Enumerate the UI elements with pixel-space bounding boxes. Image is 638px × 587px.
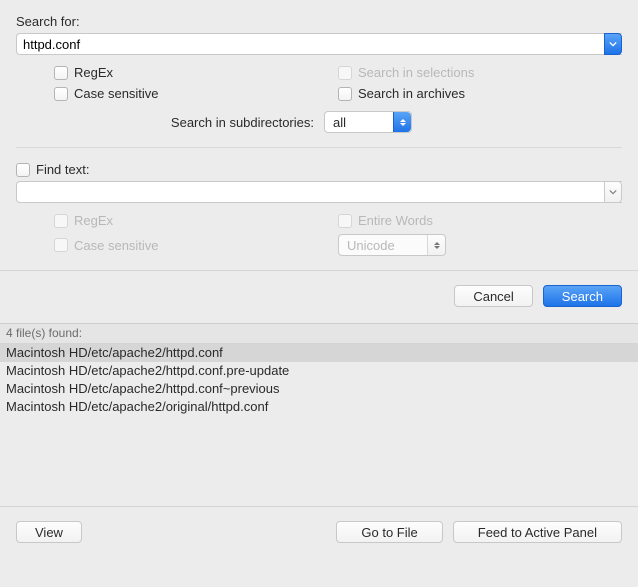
subdirs-value: all <box>333 115 346 130</box>
divider <box>16 147 622 148</box>
find-text-label: Find text: <box>36 162 89 177</box>
search-button[interactable]: Search <box>543 285 622 307</box>
search-selections-label: Search in selections <box>358 65 474 80</box>
search-for-dropdown-arrow[interactable] <box>604 33 622 55</box>
cancel-button[interactable]: Cancel <box>454 285 532 307</box>
result-row[interactable]: Macintosh HD/etc/apache2/httpd.conf.pre-… <box>0 362 638 380</box>
search-for-input[interactable] <box>16 33 622 55</box>
findtext-regex-input <box>54 214 68 228</box>
findtext-case-input <box>54 238 68 252</box>
feed-to-panel-button[interactable]: Feed to Active Panel <box>453 521 622 543</box>
entire-words-checkbox: Entire Words <box>338 213 622 228</box>
subdirs-select[interactable]: all <box>324 111 412 133</box>
encoding-select: Unicode <box>338 234 446 256</box>
regex-label: RegEx <box>74 65 113 80</box>
find-text-field[interactable] <box>16 181 622 203</box>
search-for-label: Search for: <box>16 14 622 29</box>
findtext-regex-label: RegEx <box>74 213 113 228</box>
find-text-dropdown-arrow[interactable] <box>604 181 622 203</box>
regex-checkbox[interactable]: RegEx <box>54 65 338 80</box>
find-text-checkbox[interactable]: Find text: <box>16 162 89 177</box>
search-selections-checkbox: Search in selections <box>338 65 622 80</box>
result-row[interactable]: Macintosh HD/etc/apache2/httpd.conf <box>0 344 638 362</box>
search-selections-input <box>338 66 352 80</box>
entire-words-label: Entire Words <box>358 213 433 228</box>
search-archives-label: Search in archives <box>358 86 465 101</box>
encoding-arrow-icon <box>427 235 445 255</box>
entire-words-input <box>338 214 352 228</box>
findtext-case-checkbox: Case sensitive <box>54 234 338 256</box>
subdirs-arrow-icon <box>393 112 411 132</box>
encoding-value: Unicode <box>347 238 395 253</box>
subdirs-label: Search in subdirectories: <box>16 115 314 130</box>
case-label: Case sensitive <box>74 86 159 101</box>
case-checkbox-input[interactable] <box>54 87 68 101</box>
case-checkbox[interactable]: Case sensitive <box>54 86 338 101</box>
results-header: 4 file(s) found: <box>0 323 638 344</box>
find-text-checkbox-input[interactable] <box>16 163 30 177</box>
go-to-file-button[interactable]: Go to File <box>336 521 442 543</box>
findtext-case-label: Case sensitive <box>74 238 159 253</box>
result-row[interactable]: Macintosh HD/etc/apache2/original/httpd.… <box>0 398 638 416</box>
search-archives-checkbox[interactable]: Search in archives <box>338 86 622 101</box>
findtext-regex-checkbox: RegEx <box>54 213 338 228</box>
results-list[interactable]: Macintosh HD/etc/apache2/httpd.confMacin… <box>0 344 638 506</box>
find-text-input[interactable] <box>16 181 622 203</box>
search-for-field[interactable] <box>16 33 622 55</box>
view-button[interactable]: View <box>16 521 82 543</box>
regex-checkbox-input[interactable] <box>54 66 68 80</box>
result-row[interactable]: Macintosh HD/etc/apache2/httpd.conf~prev… <box>0 380 638 398</box>
search-archives-input[interactable] <box>338 87 352 101</box>
